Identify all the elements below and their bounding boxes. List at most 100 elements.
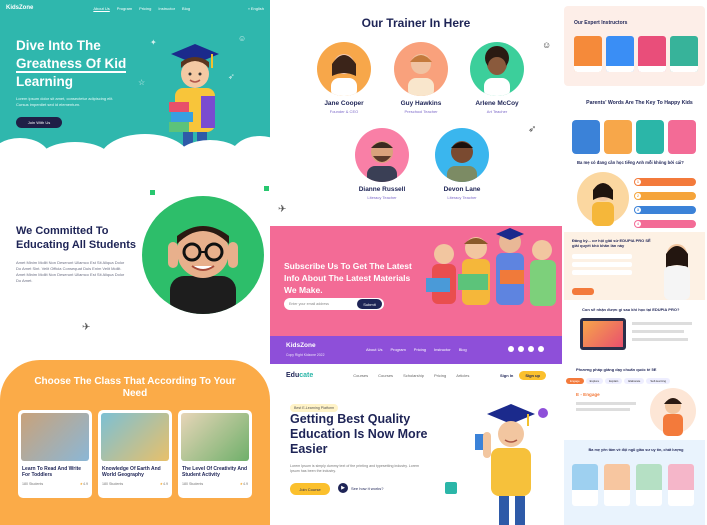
footer-link-about[interactable]: About Us — [366, 347, 382, 352]
footer-logo[interactable]: KidsZone — [286, 342, 316, 349]
trainer-name: Guy Hawkins — [400, 100, 442, 107]
social-links — [508, 346, 544, 352]
step-item: 2 — [634, 192, 696, 200]
hero-description: Lorem ipsum dolor sit amet, consectetur … — [16, 96, 114, 107]
subscribe-title: Subscribe Us To Get The Latest Info Abou… — [284, 261, 412, 295]
join-button[interactable]: Join With Us — [16, 117, 62, 128]
language-select[interactable]: ▪ English — [248, 6, 264, 11]
offer-button[interactable] — [572, 288, 594, 295]
tab-explore[interactable]: Explore — [585, 378, 604, 384]
tab-elaborate[interactable]: Elaborate — [624, 378, 645, 384]
feedback-title: Ba mẹ yên tâm về đội ngũ giảo sư uy tín,… — [588, 448, 684, 452]
feedback-section: Ba mẹ yên tâm về đội ngũ giảo sư uy tín,… — [564, 440, 705, 525]
student-with-books-image — [169, 44, 219, 154]
footer-link-program[interactable]: Program — [390, 347, 405, 352]
class-title: The Level Of Creativity And Student Acti… — [182, 466, 248, 478]
teacher-card[interactable] — [604, 464, 630, 506]
footer-copyright: Copy Right Kidzone 2022 — [286, 353, 325, 357]
nav-link-blog[interactable]: Blog — [182, 6, 190, 11]
educate-description: Lorem Ipsum is simply dummy text of the … — [290, 464, 419, 473]
platform-tag: Best E-Learning Platform — [290, 404, 339, 412]
nav-link-courses-2[interactable]: Courses — [378, 373, 393, 378]
footer-bar: KidsZone Copy Right Kidzone 2022 About U… — [270, 336, 562, 364]
facebook-icon[interactable] — [538, 346, 544, 352]
expert-instructors-section: Our Expert Instructors — [564, 6, 705, 86]
join-course-button[interactable]: Join Course — [290, 483, 330, 495]
trainers-title: Our Trainer In Here — [361, 16, 471, 30]
pause-badge-icon — [445, 482, 457, 494]
chat-badge-icon — [538, 408, 548, 418]
class-photo — [21, 413, 89, 461]
class-title: Knowledge Of Earth And World Geography — [102, 466, 161, 478]
site-logo[interactable]: KidsZone — [6, 5, 33, 11]
trainer-role: Preschool Teacher — [404, 109, 438, 114]
how-it-works-link[interactable]: ▶ See how it works? — [338, 483, 383, 493]
twitter-icon[interactable] — [508, 346, 514, 352]
feature-line — [632, 338, 688, 341]
tab-self-learning[interactable]: Self-learning — [646, 378, 671, 384]
nav-link-scholarship[interactable]: Scholarship — [403, 373, 424, 378]
sign-in-link[interactable]: Sign In — [500, 373, 513, 378]
nav-link-articles[interactable]: Articles — [456, 373, 469, 378]
classes-title: Choose The Class That According To Your … — [34, 376, 236, 399]
trainer-card[interactable]: Arlene McCoy Art Teacher — [460, 42, 534, 114]
educate-logo[interactable]: Educate — [286, 372, 313, 379]
tab-engage[interactable]: Engage — [566, 378, 584, 384]
method-tabs: Engage Explore Explain Elaborate Self-le… — [566, 378, 671, 384]
rating-value: ★4.9 — [239, 482, 248, 486]
instructor-card[interactable] — [670, 36, 698, 72]
instructor-card[interactable] — [606, 36, 634, 72]
star-doodle-icon: ✦ — [150, 38, 157, 47]
step-item: 4 — [634, 220, 696, 228]
class-card[interactable]: Knowledge Of Earth And World Geography 1… — [98, 410, 172, 498]
tab-explain[interactable]: Explain — [605, 378, 623, 384]
nav-link-pricing[interactable]: Pricing — [139, 6, 151, 11]
student-girl-image — [577, 172, 629, 226]
nav-link-program[interactable]: Program — [117, 6, 132, 11]
trainer-card[interactable]: Guy Hawkins Preschool Teacher — [384, 42, 458, 114]
trainer-avatar — [394, 42, 448, 96]
testimonial-card[interactable] — [636, 120, 664, 154]
trainer-name: Arlene McCoy — [475, 100, 519, 107]
teacher-card[interactable] — [636, 464, 662, 506]
trainer-card[interactable]: Dianne Russell Literacy Teacher — [345, 128, 419, 200]
footer-link-pricing[interactable]: Pricing — [414, 347, 426, 352]
boy-with-glasses-image — [142, 196, 264, 314]
class-card[interactable]: The Level Of Creativity And Student Acti… — [178, 410, 252, 498]
nav-link-courses[interactable]: Courses — [353, 373, 368, 378]
linkedin-icon[interactable] — [518, 346, 524, 352]
nav-link-about[interactable]: About Us — [93, 6, 109, 11]
graduate-boy-image — [475, 404, 535, 525]
nav-link-instructor[interactable]: Instructor — [158, 6, 175, 11]
testimonial-card[interactable] — [668, 120, 696, 154]
smiley-doodle-icon: ☺ — [542, 40, 552, 50]
educate-title: Getting Best Quality Education Is Now Mo… — [290, 412, 428, 456]
software-title: Con sẽ nhận được gì sau khi học tại EDUP… — [582, 307, 680, 312]
rating-value: ★4.9 — [79, 482, 88, 486]
class-card[interactable]: Learn To Read And Write For Toddlers 180… — [18, 410, 92, 498]
trainer-card[interactable]: Devon Lane Literacy Teacher — [425, 128, 499, 200]
footer-link-blog[interactable]: Blog — [459, 347, 467, 352]
dribbble-icon[interactable] — [528, 346, 534, 352]
nav-link-pricing[interactable]: Pricing — [434, 373, 446, 378]
cloud-shape — [230, 136, 270, 160]
teacher-card[interactable] — [572, 464, 598, 506]
trainer-role: Art Teacher — [486, 109, 508, 114]
top-nav: KidsZone About Us Program Pricing Instru… — [0, 0, 270, 16]
offer-section: Đăng ký... cơ hội giải sử EDUPIA PRO SẼ … — [564, 232, 705, 300]
confetti-shape — [264, 186, 269, 191]
kidszone-landing-page: KidsZone About Us Program Pricing Instru… — [0, 0, 270, 525]
instructor-card[interactable] — [574, 36, 602, 72]
offer-line — [572, 254, 632, 259]
question-title: Ba mẹ có đang cần học tiếng Anh mỗi khôn… — [577, 160, 684, 165]
footer-links: About Us Program Pricing Instructor Blog — [366, 347, 467, 352]
trainer-card[interactable]: Jane Cooper Founder & CEO — [307, 42, 381, 114]
testimonial-card[interactable] — [572, 120, 600, 154]
submit-button[interactable]: Submit — [357, 299, 382, 309]
instructor-card[interactable] — [638, 36, 666, 72]
sign-up-button[interactable]: Sign up — [519, 370, 546, 380]
testimonial-card[interactable] — [604, 120, 632, 154]
footer-link-instructor[interactable]: Instructor — [434, 347, 451, 352]
educate-nav: Educate Courses Courses Scholarship Pric… — [270, 364, 562, 386]
teacher-card[interactable] — [668, 464, 694, 506]
